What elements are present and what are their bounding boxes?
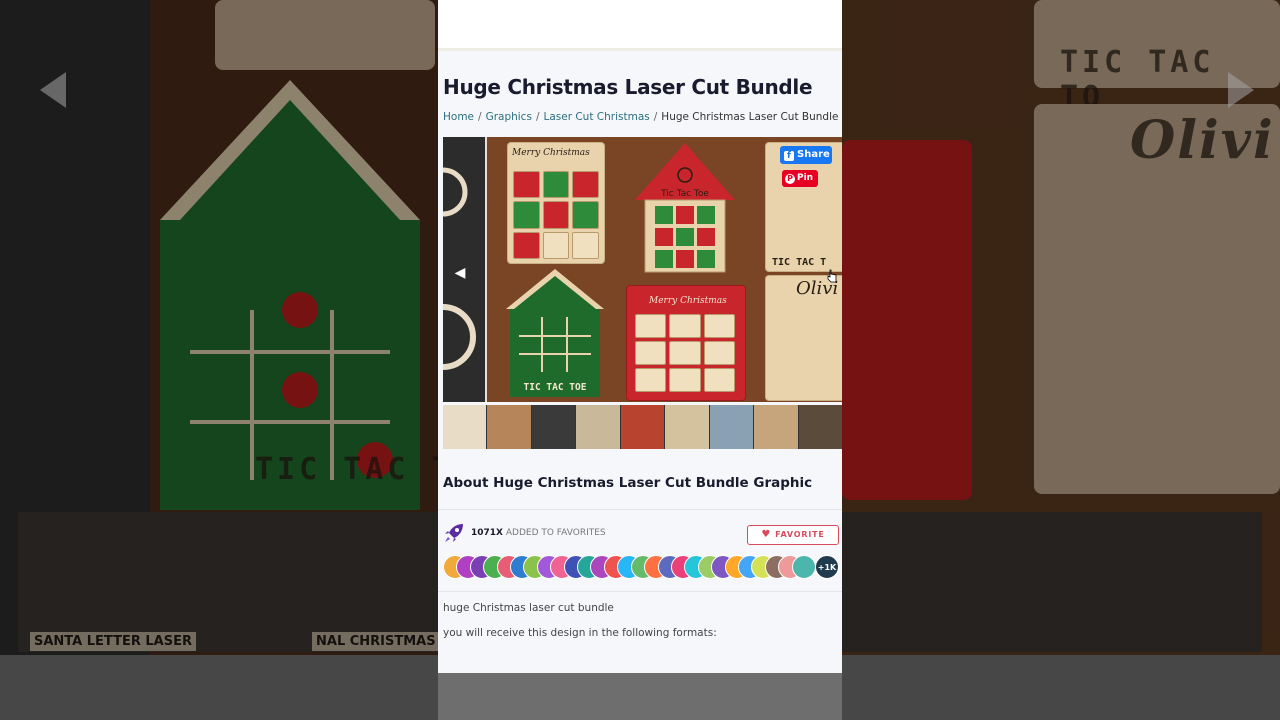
favorites-row: 1071X ADDED TO FAVORITES ♥ FAVORITE [443, 520, 842, 552]
description-line-2: you will receive this design in the foll… [443, 627, 717, 639]
breadcrumb-graphics-link[interactable]: Graphics [486, 111, 532, 123]
breadcrumb-separator: / [478, 111, 482, 123]
favorite-avatars: +1K [443, 555, 842, 581]
page-content: Huge Christmas Laser Cut Bundle Home / Gra… [438, 75, 842, 639]
facebook-icon: f [784, 151, 794, 161]
breadcrumb-separator: / [653, 111, 658, 123]
gallery-thumbnail[interactable] [709, 405, 754, 449]
house-green-label: TIC TAC TOE [524, 382, 587, 393]
tictactoe-house-green: TIC TAC TOE [506, 269, 604, 397]
gallery-thumbnail[interactable] [576, 405, 620, 449]
thumbnail-strip [443, 405, 842, 449]
breadcrumb: Home / Graphics / Laser Cut Christmas / Huge C… [443, 111, 842, 123]
merry-card-grid [513, 171, 599, 259]
gallery-thumbnail[interactable] [620, 405, 665, 449]
tictactoe-house-red: Tic Tac Toe [635, 143, 735, 273]
section-divider [438, 591, 842, 592]
pinterest-pin-button[interactable]: P Pin [782, 170, 818, 187]
gallery-thumbnail[interactable] [798, 405, 842, 449]
breadcrumb-current: Huge Christmas Laser Cut Bundle [661, 111, 839, 123]
image-divider [485, 137, 487, 402]
house-red-label: Tic Tac Toe [660, 189, 709, 199]
favorite-button[interactable]: ♥ FAVORITE [747, 525, 839, 545]
page-title: Huge Christmas Laser Cut Bundle [443, 75, 813, 99]
share-label: Share [797, 149, 830, 160]
merry-christmas-card: Merry Christmas [507, 142, 605, 264]
heart-icon: ♥ [761, 529, 772, 540]
gallery-thumbnail[interactable] [487, 405, 531, 449]
merry-card-label: Merry Christmas [512, 148, 590, 158]
merry-christmas-red-card: Merry Christmas [626, 285, 746, 401]
pin-label: Pin [797, 173, 814, 183]
hand-cursor-icon [827, 269, 837, 283]
page-bottom-overlay [438, 673, 842, 720]
red-card-grid [635, 314, 735, 392]
breadcrumb-home-link[interactable]: Home [443, 111, 474, 123]
main-product-image[interactable]: ◀ Merry Christmas Tic Tac Toe TIC TAC TO… [443, 137, 842, 402]
pinterest-icon: P [785, 174, 795, 184]
favorites-count: 1071X ADDED TO FAVORITES [471, 528, 606, 538]
about-title: About Huge Christmas Laser Cut Bundle Gr… [443, 475, 813, 491]
user-avatar[interactable] [792, 555, 816, 579]
description-line-1: huge Christmas laser cut bundle [443, 602, 614, 614]
tictac-right-label: TIC TAC T [772, 257, 827, 268]
gallery-thumbnail[interactable] [754, 405, 798, 449]
section-divider [438, 509, 842, 510]
more-avatars-badge[interactable]: +1K [815, 555, 839, 579]
breadcrumb-category-link[interactable]: Laser Cut Christmas [543, 111, 649, 123]
facebook-share-button[interactable]: f Share [780, 146, 832, 164]
favorites-added-text: ADDED TO FAVORITES [505, 528, 606, 538]
gallery-thumbnail[interactable] [531, 405, 576, 449]
gallery-thumbnail[interactable] [665, 405, 709, 449]
favorites-count-value: 1071X [471, 528, 503, 538]
olivia-card: Olivi [765, 275, 842, 401]
breadcrumb-separator: / [535, 111, 540, 123]
red-card-label: Merry Christmas [649, 296, 727, 306]
favorite-button-label: FAVORITE [775, 530, 825, 539]
top-bar [438, 0, 842, 51]
product-page: Huge Christmas Laser Cut Bundle Home / Gra… [438, 0, 842, 720]
rocket-icon [445, 524, 463, 542]
gallery-thumbnail[interactable] [443, 405, 487, 449]
product-gallery: ◀ Merry Christmas Tic Tac Toe TIC TAC TO… [443, 137, 842, 449]
prev-image-arrow-icon[interactable]: ◀ [449, 262, 471, 284]
